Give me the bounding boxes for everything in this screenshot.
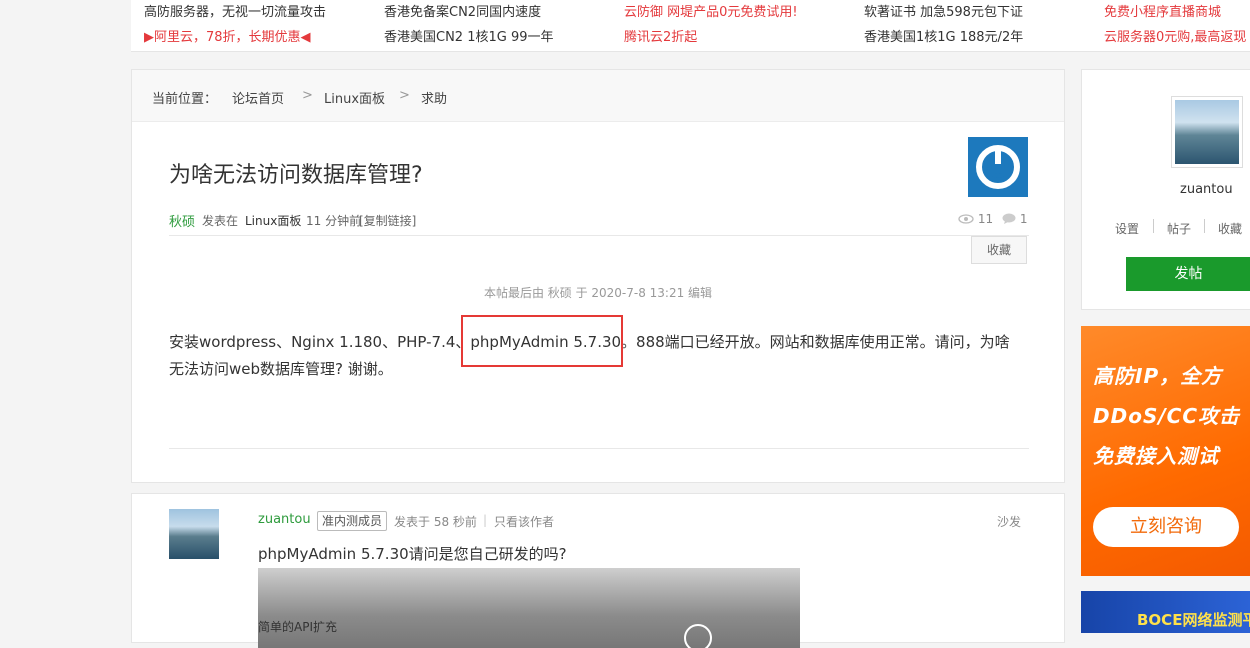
circle-icon bbox=[684, 624, 712, 648]
divider bbox=[1153, 219, 1154, 233]
promo-banner-2[interactable]: BOCE网络监测平 bbox=[1081, 591, 1250, 633]
sidebar-link-settings[interactable]: 设置 bbox=[1115, 220, 1139, 237]
reply-text: phpMyAdmin 5.7.30请问是您自己研发的吗? bbox=[258, 545, 567, 563]
post-title: 为啥无法访问数据库管理? bbox=[169, 163, 423, 188]
power-icon bbox=[976, 145, 1020, 189]
ad-link[interactable]: 软著证书 加急598元包下证 bbox=[864, 1, 1023, 20]
views-value: 11 bbox=[977, 212, 994, 226]
ad-link[interactable]: 免费小程序直播商城 bbox=[1104, 1, 1221, 20]
breadcrumb-board[interactable]: Linux面板 bbox=[324, 88, 385, 107]
ad-link[interactable]: 高防服务器，无视一切流量攻击 bbox=[144, 1, 326, 20]
breadcrumb-sep: > bbox=[302, 88, 313, 103]
ad-link[interactable]: 香港免备案CN2同国内速度 bbox=[384, 1, 541, 20]
favorite-button[interactable]: 收藏 bbox=[971, 236, 1027, 264]
breadcrumb-prefix: 当前位置： bbox=[152, 92, 218, 107]
reply-username[interactable]: zuantou bbox=[258, 512, 311, 527]
reply-time: 发表于 58 秒前 bbox=[394, 515, 477, 529]
ad-link[interactable]: ▶阿里云，78折，长期优惠◀ bbox=[144, 26, 311, 45]
post-time: 11 分钟前 bbox=[306, 214, 362, 228]
reply-post: zuantou 准内测成员 发表于 58 秒前 | 只看该作者 沙发 phpMy… bbox=[131, 493, 1065, 648]
divider bbox=[1204, 219, 1205, 233]
sidebar-username[interactable]: zuantou bbox=[1180, 182, 1233, 197]
consult-button[interactable]: 立刻咨询 bbox=[1093, 507, 1239, 547]
reply-avatar[interactable] bbox=[169, 509, 219, 559]
promo-banner[interactable]: 高防IP，全方 DDoS/CC攻击 免费接入测试 立刻咨询 bbox=[1081, 326, 1250, 576]
banner-line: 高防IP，全方 bbox=[1093, 364, 1223, 388]
reply-image[interactable]: 简单的API扩充 bbox=[258, 568, 800, 648]
breadcrumb: 当前位置： 论坛首页 > Linux面板 > 求助 bbox=[132, 70, 1064, 122]
eye-icon bbox=[958, 214, 974, 224]
post-panel: 当前位置： 论坛首页 > Linux面板 > 求助 为啥无法访问数据库管理? 秋… bbox=[131, 69, 1065, 483]
banner-text: BOCE网络监测平 bbox=[1137, 611, 1250, 629]
sidebar-link-posts[interactable]: 帖子 bbox=[1167, 220, 1191, 237]
views-count: 11 bbox=[958, 212, 993, 226]
meta-sep: | bbox=[483, 513, 488, 527]
ad-link[interactable]: 香港美国1核1G 188元/2年 bbox=[864, 26, 1023, 45]
ad-link[interactable]: 云防御 网堤产品0元免费试用! bbox=[624, 1, 798, 20]
floor-label: 沙发 bbox=[997, 515, 1022, 529]
divider bbox=[169, 235, 1029, 236]
user-avatar[interactable] bbox=[1171, 96, 1243, 168]
ad-link[interactable]: 香港美国CN2 1核1G 99一年 bbox=[384, 26, 554, 45]
post-author[interactable]: 秋硕 bbox=[169, 211, 195, 230]
banner-line: DDoS/CC攻击 bbox=[1093, 404, 1241, 428]
posted-in-label: 发表在 bbox=[202, 214, 239, 228]
ad-link[interactable]: 云服务器0元购,最高返现 bbox=[1104, 26, 1246, 45]
divider bbox=[169, 448, 1029, 449]
new-post-button[interactable]: 发帖 bbox=[1126, 257, 1250, 291]
ad-link[interactable]: 腾讯云2折起 bbox=[624, 26, 697, 45]
replies-count: 1 bbox=[1002, 212, 1027, 226]
breadcrumb-sep: > bbox=[399, 88, 410, 103]
post-board-link[interactable]: Linux面板 bbox=[245, 212, 301, 229]
banner-line: 免费接入测试 bbox=[1093, 444, 1219, 468]
board-logo[interactable] bbox=[968, 137, 1028, 197]
user-card: zuantou 设置 帖子 收藏 发帖 bbox=[1081, 69, 1250, 310]
highlight-box bbox=[461, 315, 623, 367]
image-caption: 简单的API扩充 bbox=[258, 620, 337, 634]
copy-link[interactable]: [复制链接] bbox=[359, 212, 416, 229]
top-ad-bar: 高防服务器，无视一切流量攻击 香港免备案CN2同国内速度 云防御 网堤产品0元免… bbox=[131, 0, 1250, 52]
breadcrumb-home[interactable]: 论坛首页 bbox=[232, 88, 284, 107]
sidebar-link-favorites[interactable]: 收藏 bbox=[1218, 220, 1242, 237]
replies-value: 1 bbox=[1019, 212, 1028, 226]
breadcrumb-current[interactable]: 求助 bbox=[421, 88, 447, 107]
edited-note: 本帖最后由 秋硕 于 2020-7-8 13:21 编辑 bbox=[483, 286, 713, 300]
comment-icon bbox=[1002, 213, 1016, 224]
user-badge: 准内测成员 bbox=[317, 511, 388, 531]
only-author-link[interactable]: 只看该作者 bbox=[494, 513, 554, 530]
